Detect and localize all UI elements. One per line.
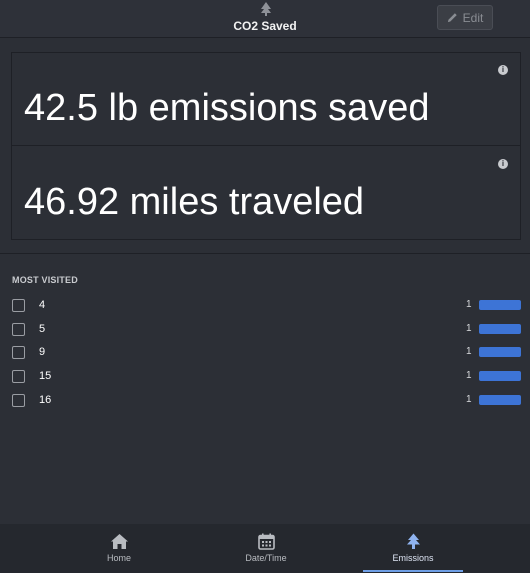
header: CO2 Saved Edit — [0, 0, 530, 38]
item-bar — [479, 347, 521, 358]
item-bar — [479, 323, 521, 334]
list-item[interactable]: 51 — [0, 320, 530, 344]
item-checkbox[interactable] — [12, 299, 25, 312]
item-checkbox[interactable] — [12, 322, 25, 336]
list-item[interactable]: 16 1 — [0, 391, 530, 415]
tab-emissions[interactable]: Emissions — [363, 524, 463, 573]
item-checkbox[interactable] — [12, 346, 25, 360]
item-count: 1 — [466, 322, 472, 334]
item-label: 9 — [39, 346, 46, 359]
tab-home-label: Home — [106, 553, 131, 563]
item-label: 4 — [39, 299, 46, 311]
item-count: 1 — [466, 346, 472, 358]
pencil-icon — [447, 13, 457, 23]
section-divider — [0, 253, 530, 254]
most-visited-title: MOST VISITED — [12, 275, 78, 285]
edit-button[interactable]: Edit — [437, 5, 493, 30]
item-count: 1 — [466, 299, 472, 310]
item-bar — [479, 371, 521, 382]
item-count: 1 — [466, 370, 472, 382]
tab-date-time[interactable]: Date/Time — [216, 524, 316, 573]
miles-traveled-value: 46.92 miles traveled — [24, 181, 365, 223]
emissions-saved-stat: i 42.5 lb emissions saved — [12, 53, 520, 146]
item-label: 5 — [39, 322, 46, 335]
info-icon[interactable]: i — [498, 65, 508, 75]
tab-emissions-label: Emissions — [392, 553, 434, 563]
home-icon — [110, 534, 128, 549]
tree-icon — [406, 533, 420, 549]
stats-card: i 42.5 lb emissions saved i 46.92 miles … — [11, 52, 521, 240]
list-item[interactable]: 91 — [0, 343, 530, 367]
item-bar — [479, 394, 521, 405]
bottom-nav: Home Date/Time Emissions — [0, 524, 530, 573]
tree-icon — [261, 2, 271, 16]
tab-home[interactable]: Home — [69, 524, 169, 573]
miles-traveled-stat: i 46.92 miles traveled — [12, 147, 520, 240]
list-item[interactable]: 15 1 — [0, 367, 530, 391]
item-checkbox[interactable] — [12, 393, 25, 407]
edit-button-label: Edit — [462, 10, 484, 25]
item-checkbox[interactable] — [12, 370, 25, 384]
item-count: 1 — [466, 393, 472, 405]
list-item[interactable]: 41 — [0, 296, 530, 320]
tab-date-time-label: Date/Time — [245, 553, 287, 563]
calendar-icon — [257, 533, 275, 550]
info-icon[interactable]: i — [498, 159, 508, 169]
item-label: 16 — [39, 393, 52, 406]
item-label: 15 — [39, 370, 52, 383]
most-visited-list: 4 1 5 1 9 1 15 1 16 1 — [0, 296, 530, 414]
emissions-saved-value: 42.5 lb emissions saved — [24, 87, 430, 129]
item-bar — [479, 300, 521, 310]
